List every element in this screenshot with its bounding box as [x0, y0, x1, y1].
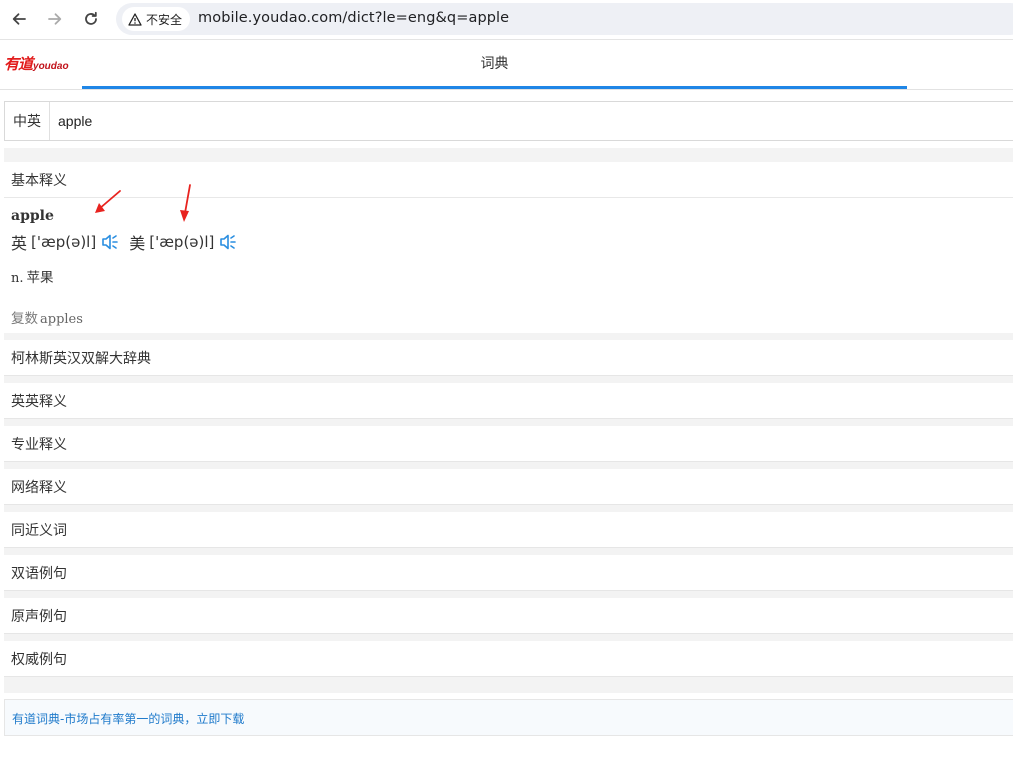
basic-definition-card: 基本释义 apple 英 ['æp(ə)l] 美 ['æp(ə)l] n. 苹果 … [4, 162, 1013, 333]
section-title: 双语例句 [11, 566, 67, 582]
section-title: 权威例句 [11, 652, 67, 668]
warning-icon [128, 12, 142, 26]
browser-toolbar: 不安全 mobile.youdao.com/dict?le=eng&q=appl… [0, 0, 1013, 40]
section-title: 基本释义 [11, 173, 67, 189]
section-row[interactable]: 专业释义 [4, 426, 1013, 462]
forward-icon [48, 13, 62, 25]
section-row[interactable]: 原声例句 [4, 598, 1013, 634]
uk-phonetic: ['æp(ə)l] [31, 233, 97, 251]
logo-cn: 有道 [4, 55, 33, 73]
search-box: 中英 [4, 101, 1013, 141]
url-text[interactable]: mobile.youdao.com/dict?le=eng&q=apple [198, 10, 509, 26]
language-selector[interactable]: 中英 [5, 102, 50, 140]
part-of-speech: n. [11, 271, 24, 286]
meaning: 苹果 [26, 270, 54, 286]
section-title: 柯林斯英汉双解大辞典 [11, 351, 151, 367]
uk-speaker-button[interactable] [101, 233, 121, 251]
section-title: 网络释义 [11, 480, 67, 496]
section-title: 同近义词 [11, 523, 67, 539]
plural-line: 复数 apples [11, 307, 83, 327]
uk-label: 英 [11, 234, 28, 253]
section-row[interactable]: 英英释义 [4, 383, 1013, 419]
section-row[interactable]: 权威例句 [4, 641, 1013, 677]
reload-icon [85, 11, 97, 25]
site-header: 有道 youdao 词典 [0, 41, 1013, 90]
headword: apple [11, 208, 54, 224]
section-row[interactable]: 网络释义 [4, 469, 1013, 505]
address-bar[interactable]: 不安全 mobile.youdao.com/dict?le=eng&q=appl… [116, 3, 1013, 35]
youdao-logo[interactable]: 有道 youdao [4, 53, 69, 74]
tab-dictionary[interactable]: 词典 [82, 41, 907, 89]
promo-link[interactable]: 有道词典-市场占有率第一的词典，立即下载 [12, 710, 244, 727]
search-input[interactable] [50, 102, 1013, 140]
section-row[interactable]: 双语例句 [4, 555, 1013, 591]
pronunciation-row: 英 ['æp(ə)l] 美 ['æp(ə)l] [11, 230, 247, 254]
section-title: 英英释义 [11, 394, 67, 410]
basic-definition-header[interactable]: 基本释义 [4, 162, 1013, 198]
reload-button[interactable] [80, 8, 102, 30]
tab-active-indicator [82, 86, 907, 89]
security-chip[interactable]: 不安全 [122, 7, 191, 31]
speaker-icon [220, 234, 237, 250]
back-button[interactable] [8, 8, 30, 30]
annotation-arrow-icon [180, 184, 191, 222]
plural-word: apples [40, 312, 83, 327]
security-label: 不安全 [146, 12, 183, 27]
download-promo[interactable]: 有道词典-市场占有率第一的词典，立即下载 [4, 699, 1013, 736]
us-speaker-button[interactable] [219, 233, 239, 251]
forward-button[interactable] [44, 8, 66, 30]
section-row[interactable]: 柯林斯英汉双解大辞典 [4, 340, 1013, 376]
section-row[interactable]: 同近义词 [4, 512, 1013, 548]
definition-line: n. 苹果 [11, 266, 54, 286]
speaker-icon [102, 234, 119, 250]
back-icon [12, 13, 26, 25]
section-title: 专业释义 [11, 437, 67, 453]
annotation-arrow-icon [95, 190, 121, 213]
us-phonetic: ['æp(ə)l] [149, 233, 215, 251]
us-label: 美 [129, 234, 146, 253]
section-title: 原声例句 [11, 609, 67, 625]
logo-en: youdao [33, 61, 69, 72]
plural-label: 复数 [11, 311, 38, 327]
